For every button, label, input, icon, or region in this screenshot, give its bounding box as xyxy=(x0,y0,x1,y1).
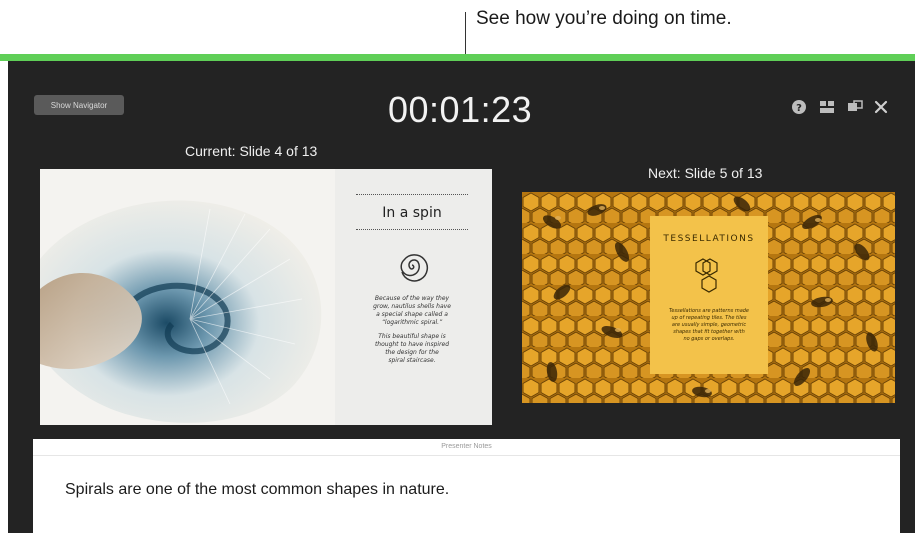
hexagons-icon xyxy=(695,258,718,293)
body-line: thought to have inspired xyxy=(374,341,450,348)
presenter-notes-text[interactable]: Spirals are one of the most common shape… xyxy=(65,481,449,499)
current-slide-label: Current: Slide 4 of 13 xyxy=(185,143,318,159)
body-line: “logarithmic spiral.” xyxy=(381,319,443,326)
current-slide-title: In a spin xyxy=(382,205,442,221)
slide-layout-icon[interactable] xyxy=(819,99,835,115)
presenter-display: Show Navigator 00:01:23 ? Current: Slide… xyxy=(8,61,915,533)
body-line: This beautiful shape is xyxy=(378,333,446,340)
help-icon[interactable]: ? xyxy=(791,99,807,115)
slide-title-bottom-rule xyxy=(356,229,468,230)
body-line: the design for the xyxy=(385,349,439,356)
switch-displays-icon[interactable] xyxy=(847,99,863,115)
timer-callout: See how you’re doing on time. xyxy=(476,8,732,29)
next-slide-preview: TESSELLATIONS Tessellations are patterns… xyxy=(522,192,895,403)
close-icon[interactable] xyxy=(873,99,889,115)
current-slide-preview: In a spin Because of the way they grow, … xyxy=(40,169,492,425)
next-slide-label: Next: Slide 5 of 13 xyxy=(648,165,763,181)
slide-title-top-rule xyxy=(356,194,468,195)
body-line: no gaps or overlaps. xyxy=(683,336,735,342)
next-slide-title: TESSELLATIONS xyxy=(663,234,755,244)
elapsed-timer[interactable]: 00:01:23 xyxy=(388,89,532,131)
presenter-notes-panel[interactable]: Presenter Notes Spirals are one of the m… xyxy=(33,439,900,533)
next-slide-body: Tessellations are patterns made up of re… xyxy=(656,308,762,343)
spiral-icon xyxy=(400,254,429,282)
body-line: grow, nautilus shells have xyxy=(373,303,451,310)
body-line: Tessellations are patterns made xyxy=(668,308,750,314)
current-slide-body: Because of the way they grow, nautilus s… xyxy=(352,295,472,365)
body-line: Because of the way they xyxy=(374,295,450,302)
body-line: shapes that fit together with xyxy=(673,329,745,335)
show-navigator-button[interactable]: Show Navigator xyxy=(34,95,124,115)
timer-progress-bar xyxy=(0,54,915,61)
tessellations-card: TESSELLATIONS Tessellations are patterns… xyxy=(650,216,768,374)
body-line: up of repeating tiles. The tiles xyxy=(671,315,747,321)
body-line: a special shape called a xyxy=(376,311,448,318)
body-line: are usually simple, geometric xyxy=(671,322,747,328)
presenter-notes-header: Presenter Notes xyxy=(33,439,900,456)
svg-text:?: ? xyxy=(796,103,802,114)
body-line: spiral staircase. xyxy=(388,357,436,364)
